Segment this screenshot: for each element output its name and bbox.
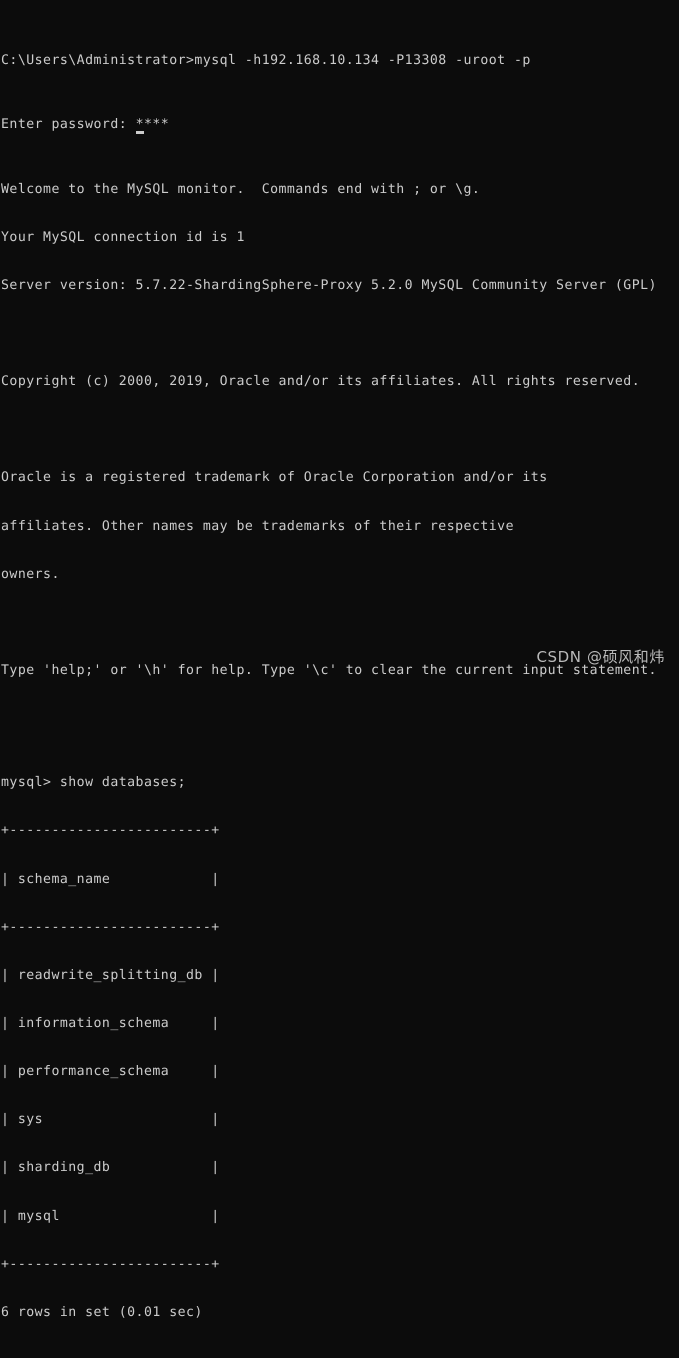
terminal-line-command: mysql> show databases;: [1, 775, 187, 791]
password-prompt-label: Enter password:: [1, 117, 136, 133]
terminal-line: C:\Users\Administrator>mysql -h192.168.1…: [1, 53, 531, 69]
table-row: | sharding_db |: [1, 1160, 220, 1176]
table-row: | information_schema |: [1, 1015, 220, 1031]
password-mask-rest: ***: [143, 117, 170, 133]
console-output[interactable]: C:\Users\Administrator>mysql -h192.168.1…: [0, 5, 679, 1358]
table-border-top: +------------------------+: [1, 823, 220, 839]
table-border-mid: +------------------------+: [1, 919, 220, 935]
terminal-line: Server version: 5.7.22-ShardingSphere-Pr…: [1, 277, 657, 293]
table-row: | performance_schema |: [1, 1064, 220, 1080]
terminal-window[interactable]: C:\Users\Administrator>mysql -h192.168.1…: [0, 0, 679, 1320]
table-header-row: | schema_name |: [1, 871, 220, 887]
table-row: | mysql |: [1, 1208, 220, 1224]
terminal-line: Welcome to the MySQL monitor. Commands e…: [1, 181, 481, 197]
result-status: 6 rows in set (0.01 sec): [1, 1304, 203, 1320]
text-cursor: *: [135, 117, 145, 135]
terminal-line: owners.: [1, 566, 60, 582]
terminal-line: affiliates. Other names may be trademark…: [1, 518, 514, 534]
table-row: | sys |: [1, 1112, 220, 1128]
terminal-line: Your MySQL connection id is 1: [1, 229, 245, 245]
terminal-line: Type 'help;' or '\h' for help. Type '\c'…: [1, 662, 657, 678]
terminal-line-password-prompt: Enter password: ****: [1, 117, 679, 135]
table-border-bottom: +------------------------+: [1, 1256, 220, 1272]
terminal-line: Copyright (c) 2000, 2019, Oracle and/or …: [1, 374, 641, 390]
table-row: | readwrite_splitting_db |: [1, 967, 220, 983]
terminal-line: Oracle is a registered trademark of Orac…: [1, 470, 548, 486]
